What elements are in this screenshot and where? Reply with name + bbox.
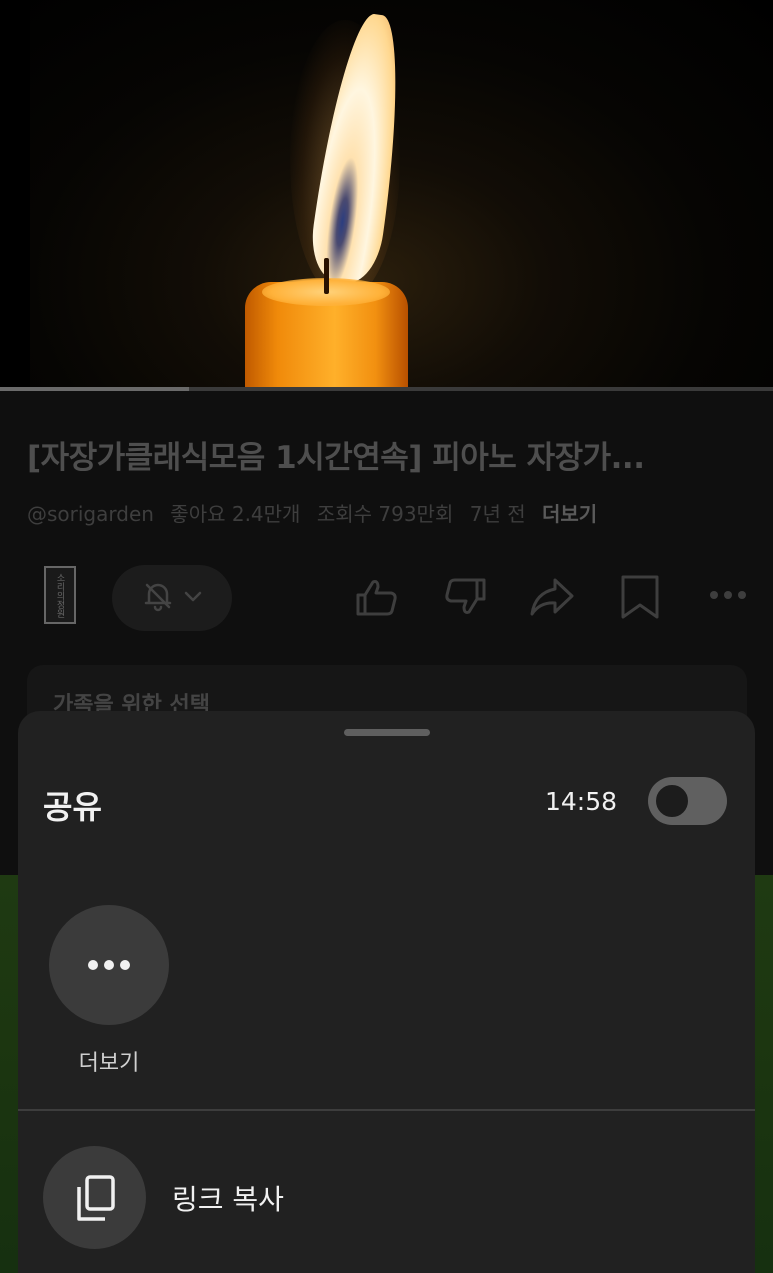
description-more[interactable]: 더보기: [542, 502, 597, 526]
drag-handle[interactable]: [344, 729, 430, 736]
like-count: 좋아요 2.4만개: [170, 502, 301, 526]
action-row: 소리의정원: [0, 560, 773, 632]
chevron-down-icon: [182, 585, 204, 611]
copy-link-button[interactable]: [43, 1146, 146, 1249]
channel-handle: @sorigarden: [27, 502, 154, 526]
bell-off-icon: [140, 578, 176, 618]
more-share-button[interactable]: [49, 905, 169, 1025]
start-time: 14:58: [545, 787, 618, 816]
more-horizontal-icon: [88, 960, 130, 970]
channel-avatar[interactable]: 소리의정원: [44, 566, 76, 624]
video-player[interactable]: [0, 0, 773, 390]
share-sheet: 공유 14:58 더보기 링크 복사: [18, 711, 755, 1273]
save-icon[interactable]: [618, 574, 662, 624]
upload-age: 7년 전: [469, 502, 526, 526]
sheet-divider: [18, 1109, 755, 1111]
video-progress-fill: [0, 387, 190, 391]
share-title: 공유: [43, 788, 102, 826]
like-icon[interactable]: [354, 574, 400, 624]
candle-wick: [324, 258, 329, 294]
copy-link-label[interactable]: 링크 복사: [172, 1178, 284, 1218]
toggle-knob: [653, 782, 691, 820]
video-meta[interactable]: @sorigarden 좋아요 2.4만개 조회수 793만회 7년 전 더보기: [27, 498, 607, 527]
copy-icon: [76, 1174, 115, 1221]
dislike-icon[interactable]: [442, 574, 488, 624]
video-title[interactable]: [자장가클래식모음 1시간연속] 피아노 자장가...: [27, 432, 747, 477]
start-time-toggle[interactable]: [648, 777, 727, 825]
more-share-label: 더보기: [78, 1051, 140, 1076]
video-letterbox: [0, 0, 30, 390]
more-horizontal-icon[interactable]: [708, 585, 748, 609]
share-icon[interactable]: [528, 574, 576, 624]
subscription-bell-button[interactable]: [112, 565, 232, 631]
view-count: 조회수 793만회: [316, 502, 454, 526]
video-progress-bar[interactable]: [0, 387, 773, 391]
